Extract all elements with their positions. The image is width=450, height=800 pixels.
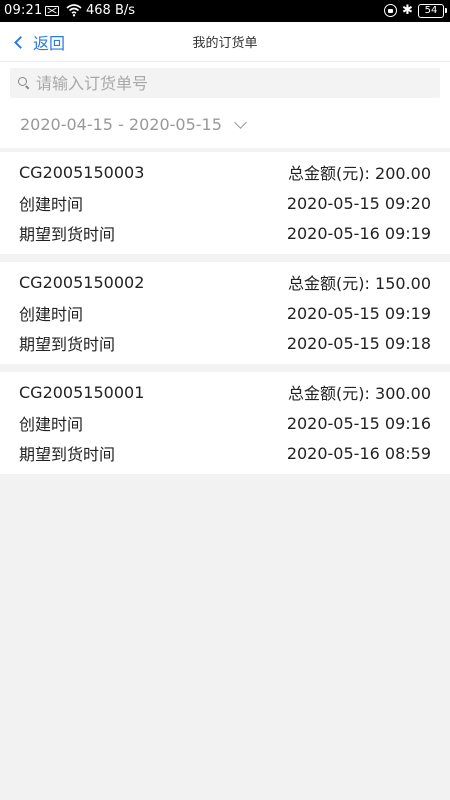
order-header-row: CG2005150002 总金额(元): 150.00 <box>19 262 431 298</box>
filter-area: 2020-04-15 - 2020-05-15 <box>0 62 450 148</box>
created-row: 创建时间 2020-05-15 09:16 <box>19 408 431 438</box>
expected-label: 期望到货时间 <box>19 335 116 354</box>
status-time: 09:21 <box>4 3 43 18</box>
expected-time: 2020-05-16 09:19 <box>286 223 431 243</box>
bluetooth-icon: ✱ <box>402 3 413 18</box>
created-label: 创建时间 <box>19 195 84 214</box>
expected-row: 期望到货时间 2020-05-15 09:18 <box>19 328 431 358</box>
order-number: CG2005150003 <box>19 162 145 182</box>
order-list: CG2005150003 总金额(元): 200.00 创建时间 2020-05… <box>0 152 450 482</box>
rotation-lock-icon <box>384 4 397 17</box>
app-header: 返回 我的订货单 <box>0 22 450 62</box>
created-row: 创建时间 2020-05-15 09:19 <box>19 298 431 328</box>
order-header-row: CG2005150001 总金额(元): 300.00 <box>19 372 431 408</box>
order-number: CG2005150001 <box>19 382 145 402</box>
order-total: 总金额(元): 150.00 <box>288 274 431 293</box>
created-label: 创建时间 <box>19 305 84 324</box>
expected-label: 期望到货时间 <box>19 445 116 464</box>
created-time: 2020-05-15 09:16 <box>286 413 431 433</box>
order-card[interactable]: CG2005150002 总金额(元): 150.00 创建时间 2020-05… <box>0 262 450 364</box>
page-title: 我的订货单 <box>192 36 258 51</box>
search-input[interactable] <box>36 73 440 93</box>
search-box[interactable] <box>10 68 440 98</box>
status-bar: 09:21 468 B/s ✱ 54 <box>0 0 450 22</box>
date-range-text: 2020-04-15 - 2020-05-15 <box>20 115 222 134</box>
expected-time: 2020-05-16 08:59 <box>286 443 431 463</box>
chevron-down-icon <box>234 115 247 129</box>
created-row: 创建时间 2020-05-15 09:20 <box>19 188 431 218</box>
order-header-row: CG2005150003 总金额(元): 200.00 <box>19 152 431 188</box>
order-card[interactable]: CG2005150003 总金额(元): 200.00 创建时间 2020-05… <box>0 152 450 254</box>
order-total: 总金额(元): 300.00 <box>288 384 431 403</box>
order-number: CG2005150002 <box>19 272 145 292</box>
message-icon <box>45 6 59 16</box>
wifi-icon <box>66 4 82 17</box>
network-speed: 468 B/s <box>86 3 136 18</box>
expected-row: 期望到货时间 2020-05-16 08:59 <box>19 438 431 468</box>
order-total: 总金额(元): 200.00 <box>288 164 431 183</box>
created-time: 2020-05-15 09:19 <box>286 303 431 323</box>
expected-label: 期望到货时间 <box>19 225 116 244</box>
expected-row: 期望到货时间 2020-05-16 09:19 <box>19 218 431 248</box>
order-card[interactable]: CG2005150001 总金额(元): 300.00 创建时间 2020-05… <box>0 372 450 474</box>
created-time: 2020-05-15 09:20 <box>286 193 431 213</box>
search-icon <box>18 77 30 89</box>
expected-time: 2020-05-15 09:18 <box>286 333 431 353</box>
date-range-selector[interactable]: 2020-04-15 - 2020-05-15 <box>20 115 247 134</box>
created-label: 创建时间 <box>19 415 84 434</box>
battery-icon: 54 <box>418 4 447 18</box>
